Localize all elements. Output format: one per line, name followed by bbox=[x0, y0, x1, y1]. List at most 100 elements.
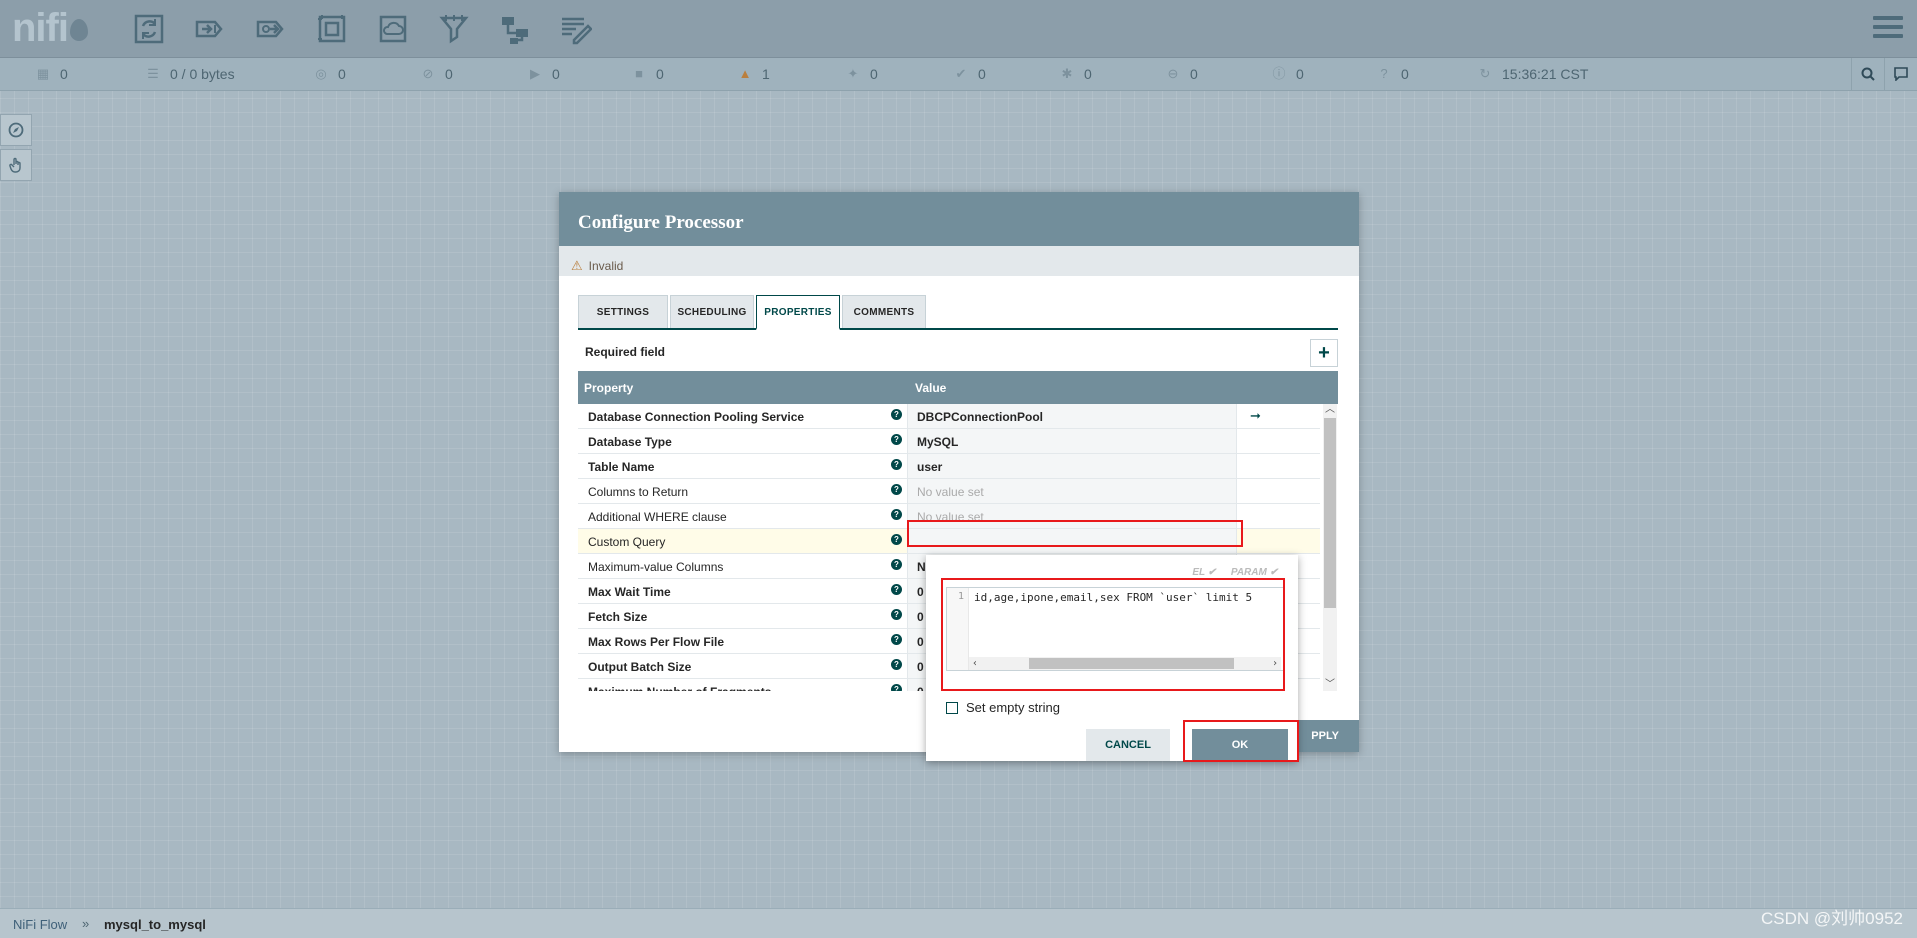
not-transmitting-stat: ⊘ 0 bbox=[422, 66, 453, 82]
set-empty-string-checkbox[interactable]: Set empty string bbox=[946, 700, 1060, 715]
help-icon[interactable]: ? bbox=[891, 484, 902, 495]
tab-settings[interactable]: SETTINGS bbox=[578, 295, 668, 328]
help-icon[interactable]: ? bbox=[891, 634, 902, 645]
search-icon[interactable] bbox=[1851, 58, 1884, 90]
help-icon[interactable]: ? bbox=[891, 559, 902, 570]
ok-button[interactable]: OK bbox=[1192, 729, 1288, 761]
add-property-button[interactable]: + bbox=[1310, 339, 1338, 367]
help-icon[interactable]: ? bbox=[891, 684, 902, 691]
breadcrumb-current[interactable]: mysql_to_mysql bbox=[104, 917, 206, 932]
property-name: Maximum-value Columns bbox=[588, 560, 724, 574]
property-value-cell[interactable]: user bbox=[907, 454, 1237, 478]
output-port-icon[interactable] bbox=[254, 12, 288, 46]
process-group-icon[interactable] bbox=[315, 12, 349, 46]
property-value: 0 bbox=[917, 660, 924, 674]
input-port-icon[interactable] bbox=[193, 12, 227, 46]
property-value-cell[interactable] bbox=[907, 529, 1237, 553]
scroll-down-icon[interactable]: ﹀ bbox=[1323, 679, 1337, 691]
property-value-cell[interactable]: MySQL bbox=[907, 429, 1237, 453]
table-row[interactable]: Database Type? MySQL bbox=[578, 429, 1320, 454]
table-row[interactable]: Database Connection Pooling Service? DBCP… bbox=[578, 404, 1320, 429]
tab-scheduling[interactable]: SCHEDULING bbox=[670, 295, 754, 328]
table-row[interactable]: Columns to Return? No value set bbox=[578, 479, 1320, 504]
sync-failure-stat: ? 0 bbox=[1377, 66, 1408, 82]
property-value-cell[interactable]: No value set bbox=[907, 504, 1237, 528]
table-row[interactable]: Table Name? user bbox=[578, 454, 1320, 479]
state-label: Invalid bbox=[588, 258, 624, 273]
stopped-stat: ■ 0 bbox=[632, 66, 664, 82]
hscroll-thumb[interactable] bbox=[1029, 658, 1234, 669]
property-name: Columns to Return bbox=[588, 485, 689, 499]
property-value: N bbox=[917, 560, 926, 574]
funnel-icon[interactable] bbox=[437, 12, 471, 46]
alert-circle-icon: ⓘ bbox=[1272, 66, 1286, 81]
navigate-icon[interactable] bbox=[0, 114, 32, 146]
cancel-button[interactable]: CANCEL bbox=[1086, 729, 1170, 761]
disabled-stat: ✦ 0 bbox=[847, 66, 878, 82]
label-icon[interactable] bbox=[559, 12, 593, 46]
operate-hand-icon[interactable] bbox=[0, 149, 32, 181]
active-threads-stat: ▦ 0 bbox=[36, 66, 68, 82]
processor-state: ⚠ Invalid bbox=[559, 246, 1359, 276]
table-row[interactable]: Custom Query? bbox=[578, 529, 1320, 554]
property-name: Database Connection Pooling Service bbox=[588, 410, 805, 424]
table-row[interactable]: Additional WHERE clause? No value set bbox=[578, 504, 1320, 529]
column-header-property[interactable]: Property bbox=[584, 381, 633, 395]
help-icon[interactable]: ? bbox=[891, 509, 902, 520]
properties-scrollbar[interactable]: ︿ ﹀ bbox=[1323, 404, 1337, 691]
checkbox-icon[interactable] bbox=[946, 701, 958, 714]
tab-comments[interactable]: COMMENTS bbox=[842, 295, 926, 328]
property-value: DBCPConnectionPool bbox=[917, 410, 1043, 424]
remote-process-group-icon[interactable] bbox=[376, 12, 410, 46]
property-value: 0 bbox=[917, 635, 924, 649]
breadcrumb-separator: » bbox=[82, 916, 90, 931]
disabled-icon: ✦ bbox=[847, 66, 859, 81]
watermark: CSDN @刘帅0952 bbox=[1761, 909, 1903, 928]
code-editor[interactable]: 1 id,age,ipone,email,sex FROM `user` lim… bbox=[946, 587, 1284, 671]
help-icon[interactable]: ? bbox=[891, 534, 902, 545]
properties-table-header: Property Value bbox=[578, 371, 1338, 404]
bulletin-board-icon[interactable] bbox=[1884, 58, 1917, 90]
property-value-cell[interactable]: DBCPConnectionPool bbox=[907, 404, 1237, 428]
help-icon[interactable]: ? bbox=[891, 434, 902, 445]
tab-properties[interactable]: PROPERTIES bbox=[756, 295, 840, 330]
property-value: MySQL bbox=[917, 435, 959, 449]
property-name: Max Wait Time bbox=[588, 585, 671, 599]
property-name: Additional WHERE clause bbox=[588, 510, 727, 524]
property-name: Custom Query bbox=[588, 535, 666, 549]
breadcrumb-root[interactable]: NiFi Flow bbox=[13, 917, 67, 932]
last-refreshed-stat[interactable]: ↻ 15:36:21 CST bbox=[1478, 66, 1589, 82]
template-icon[interactable] bbox=[498, 12, 532, 46]
processor-icon[interactable] bbox=[132, 12, 166, 46]
scroll-up-icon[interactable]: ︿ bbox=[1323, 404, 1337, 416]
asterisk-icon: ✱ bbox=[1061, 66, 1073, 81]
global-menu-icon[interactable] bbox=[1873, 16, 1903, 42]
scroll-left-icon[interactable]: ‹ bbox=[969, 657, 981, 670]
scrollbar-thumb[interactable] bbox=[1324, 418, 1336, 608]
help-icon[interactable]: ? bbox=[891, 584, 902, 595]
property-name: Max Rows Per Flow File bbox=[588, 635, 725, 649]
flow-status-bar: ▦ 0 ☰ 0 / 0 bytes ◎ 0 ⊘ 0 ▶ 0 ■ 0 ▲ 1 ✦ 0 ✔ 0 ✱ 0 … bbox=[0, 58, 1917, 91]
editor-hscrollbar[interactable]: ‹ › bbox=[969, 657, 1281, 670]
scroll-right-icon[interactable]: › bbox=[1269, 657, 1281, 670]
transmitting-stat: ◎ 0 bbox=[315, 66, 346, 82]
column-header-value[interactable]: Value bbox=[915, 381, 946, 395]
line-number: 1 bbox=[947, 588, 969, 670]
go-to-service-icon[interactable]: ➞ bbox=[1250, 408, 1261, 424]
help-icon[interactable]: ? bbox=[891, 609, 902, 620]
help-icon[interactable]: ? bbox=[891, 409, 902, 420]
refresh-icon[interactable]: ↻ bbox=[1478, 67, 1492, 81]
editor-flags: EL ✔ PARAM ✔ bbox=[1180, 567, 1278, 578]
property-name: Table Name bbox=[588, 460, 655, 474]
property-value: 0 bbox=[917, 585, 924, 599]
question-icon: ? bbox=[1380, 66, 1388, 81]
locally-modified-stat: ✱ 0 bbox=[1061, 66, 1092, 82]
check-icon: ✔ bbox=[955, 66, 967, 81]
help-icon[interactable]: ? bbox=[891, 659, 902, 670]
code-line[interactable]: id,age,ipone,email,sex FROM `user` limit… bbox=[974, 591, 1252, 604]
property-value-cell[interactable]: No value set bbox=[907, 479, 1237, 503]
warning-icon: ▲ bbox=[738, 66, 752, 81]
help-icon[interactable]: ? bbox=[891, 459, 902, 470]
stale-icon: ⊖ bbox=[1167, 66, 1179, 81]
stale-modified-stat: ⓘ 0 bbox=[1272, 66, 1304, 82]
